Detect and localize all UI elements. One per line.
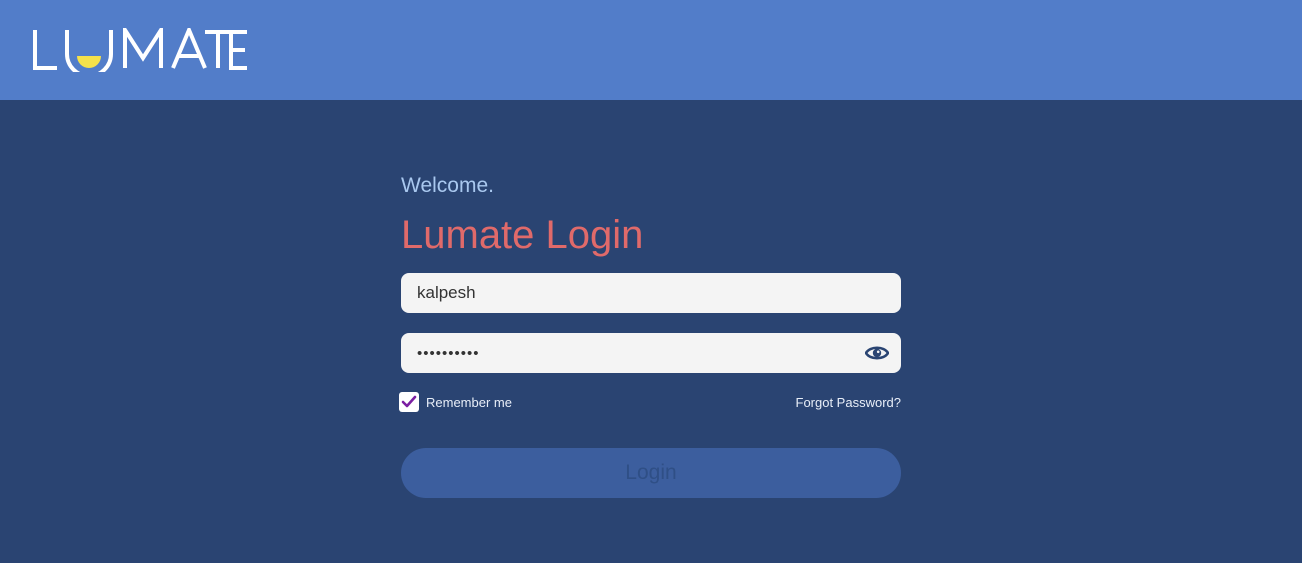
page-title: Lumate Login bbox=[401, 213, 644, 257]
username-input[interactable] bbox=[417, 273, 857, 313]
login-button[interactable]: Login bbox=[401, 448, 901, 498]
remember-me-checkbox[interactable] bbox=[399, 392, 419, 412]
password-input[interactable] bbox=[417, 333, 857, 373]
remember-me-label: Remember me bbox=[426, 394, 512, 410]
top-header bbox=[0, 0, 1302, 100]
forgot-password-link[interactable]: Forgot Password? bbox=[796, 395, 902, 410]
eye-icon[interactable] bbox=[864, 343, 890, 363]
welcome-text: Welcome. bbox=[401, 174, 494, 197]
lumate-logo[interactable] bbox=[33, 28, 249, 72]
password-field[interactable] bbox=[401, 333, 901, 373]
remember-me: Remember me bbox=[399, 391, 512, 413]
logo-graphic bbox=[33, 28, 247, 72]
username-field[interactable] bbox=[401, 273, 901, 313]
checkmark-icon bbox=[401, 395, 417, 408]
